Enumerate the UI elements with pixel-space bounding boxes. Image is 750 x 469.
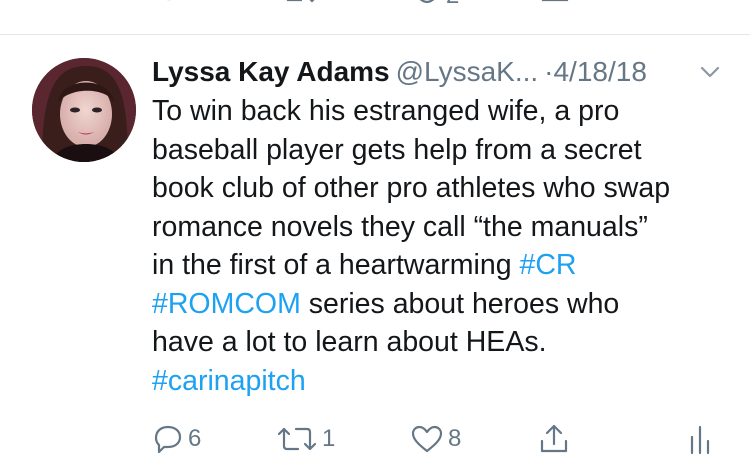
tweet-date[interactable]: 4/18/18 <box>553 56 646 87</box>
tweet-line-6-text: series about heroes who <box>300 287 620 320</box>
share-icon[interactable] <box>540 0 570 14</box>
tweet-line-2: baseball player gets help from a secret <box>152 133 642 166</box>
previous-tweet-actions: 2 <box>0 0 750 20</box>
like-button[interactable]: 8 <box>410 421 461 457</box>
tweet-line-5: in the first of a heartwarming #CR <box>152 246 712 285</box>
avatar[interactable] <box>32 58 136 162</box>
heart-icon <box>411 425 443 453</box>
tweet-line-1: To win back his estranged wife, a pro <box>152 95 620 127</box>
retweet-button[interactable]: 1 <box>276 421 335 457</box>
share-icon <box>540 424 568 453</box>
share-button[interactable] <box>538 421 570 457</box>
user-handle[interactable]: @LyssaK... <box>396 56 539 87</box>
analytics-button[interactable] <box>688 421 712 457</box>
tweet-line-3: book club of other pro athletes who swap <box>152 172 671 204</box>
reply-icon[interactable] <box>152 0 186 14</box>
tweet-text: To win back his estranged wife, a pro ba… <box>152 92 712 400</box>
chevron-down-icon[interactable] <box>700 65 720 79</box>
like-count: 8 <box>448 425 462 452</box>
like-icon[interactable] <box>410 0 444 14</box>
reply-button[interactable]: 6 <box>152 421 201 457</box>
tweet-line-7: have a lot to learn about HEAs. <box>152 326 547 358</box>
tweet-line-6: #ROMCOM series about heroes who <box>152 285 712 324</box>
hashtag-romcom[interactable]: #ROMCOM <box>152 288 301 320</box>
tweet-line-5-text: in the first of a heartwarming <box>152 249 520 281</box>
analytics-icon <box>690 425 710 455</box>
display-name[interactable]: Lyssa Kay Adams <box>152 56 390 87</box>
hashtag-carinapitch[interactable]: #carinapitch <box>152 365 306 397</box>
retweet-count: 1 <box>322 425 336 452</box>
tweet-actions: 6 1 8 <box>0 421 750 457</box>
previous-like-count: 2 <box>446 0 459 10</box>
avatar-photo <box>32 58 136 162</box>
analytics-icon[interactable] <box>690 0 712 14</box>
tweet[interactable]: Lyssa Kay Adams @LyssaK... ·4/18/18 To win… <box>0 35 750 469</box>
tweet-line-4: romance novels they call “the manuals” <box>152 210 648 243</box>
retweet-icon <box>277 427 317 451</box>
reply-icon <box>154 425 182 454</box>
hashtag-cr[interactable]: #CR <box>520 249 577 281</box>
reply-count: 6 <box>188 425 202 452</box>
retweet-icon[interactable] <box>282 0 318 14</box>
tweet-line-8: #carinapitch <box>152 362 712 401</box>
tweet-header: Lyssa Kay Adams @LyssaK... ·4/18/18 <box>152 55 732 89</box>
